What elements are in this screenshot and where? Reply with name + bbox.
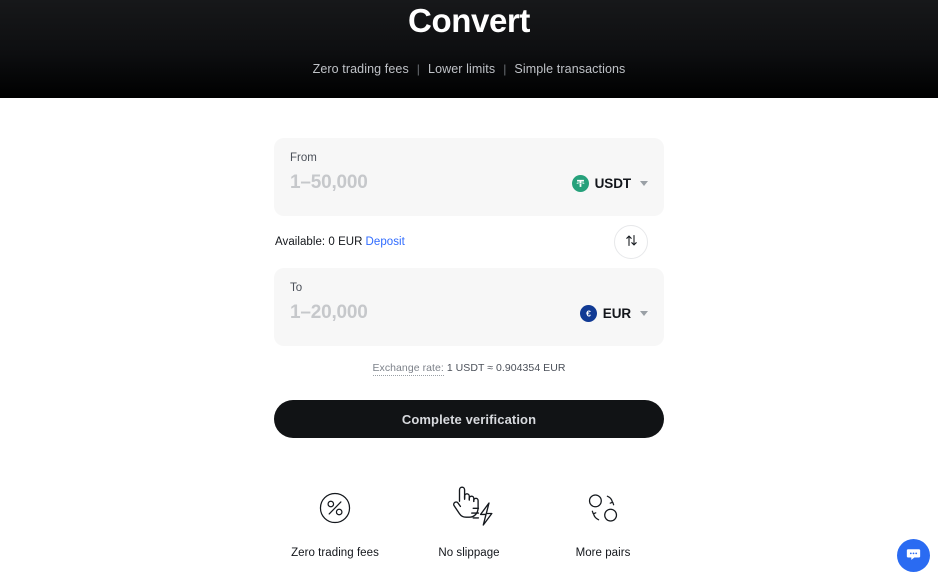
- swap-circles-icon: [583, 480, 623, 536]
- to-row: € EUR: [290, 302, 648, 324]
- available-balance-text: Available: 0 EUR: [275, 236, 363, 248]
- chevron-down-icon: [640, 180, 648, 186]
- hand-lightning-icon: [442, 480, 496, 536]
- exchange-rate: Exchange rate: 1 USDT ≈ 0.904354 EUR: [372, 362, 566, 376]
- feature-zero-trading-fees: Zero trading fees: [274, 480, 396, 559]
- exchange-rate-label[interactable]: Exchange rate:: [372, 362, 444, 376]
- features-list: Zero trading fees No slippage More pairs: [274, 480, 664, 559]
- feature-more-pairs: More pairs: [542, 480, 664, 559]
- feature-label: No slippage: [438, 547, 500, 559]
- deposit-link[interactable]: Deposit: [366, 236, 405, 248]
- feature-no-slippage: No slippage: [408, 480, 530, 559]
- tagline-separator: |: [503, 62, 507, 76]
- hero-banner: Convert Zero trading fees | Lower limits…: [0, 0, 938, 98]
- from-row: USDT: [290, 172, 648, 194]
- tagline-separator: |: [416, 62, 421, 76]
- exchange-rate-row: Exchange rate: 1 USDT ≈ 0.904354 EUR: [274, 362, 664, 376]
- to-currency-selector[interactable]: € EUR: [579, 304, 648, 322]
- complete-verification-button[interactable]: Complete verification: [274, 400, 664, 438]
- hero-tagline: Zero trading fees | Lower limits | Simpl…: [313, 62, 626, 76]
- from-amount-card: From USDT: [274, 138, 664, 216]
- to-amount-input[interactable]: [290, 302, 520, 324]
- euro-icon: €: [579, 304, 597, 322]
- page-title: Convert: [408, 2, 530, 39]
- balance-swap-row: Available: 0 EUR Deposit: [274, 216, 664, 268]
- svg-text:€: €: [586, 308, 591, 318]
- chevron-down-icon: [640, 310, 648, 316]
- tagline-item-0: Zero trading fees: [312, 62, 409, 76]
- to-label: To: [290, 282, 303, 294]
- tagline-item-2: Simple transactions: [514, 62, 626, 76]
- page-body: From USDT Available: 0 EURDeposit: [0, 98, 938, 559]
- from-label: From: [290, 152, 317, 164]
- tagline-item-1: Lower limits: [428, 62, 496, 76]
- to-currency-symbol: EUR: [602, 305, 631, 321]
- percent-circle-icon: [316, 480, 354, 536]
- to-amount-card: To € EUR: [274, 268, 664, 346]
- tether-icon: [571, 174, 589, 192]
- from-currency-selector[interactable]: USDT: [571, 174, 648, 192]
- feature-label: Zero trading fees: [291, 547, 379, 559]
- feature-label: More pairs: [575, 547, 631, 559]
- swap-vertical-icon: [624, 233, 639, 251]
- from-amount-input[interactable]: [290, 172, 520, 194]
- swap-currencies-button[interactable]: [614, 225, 648, 259]
- exchange-rate-value: 1 USDT ≈ 0.904354 EUR: [446, 362, 566, 374]
- chat-support-button[interactable]: [897, 539, 930, 572]
- convert-widget: From USDT Available: 0 EURDeposit: [274, 138, 664, 559]
- available-balance: Available: 0 EUR Deposit: [275, 236, 405, 248]
- from-currency-symbol: USDT: [594, 175, 631, 191]
- chat-bubble-icon: [905, 546, 922, 566]
